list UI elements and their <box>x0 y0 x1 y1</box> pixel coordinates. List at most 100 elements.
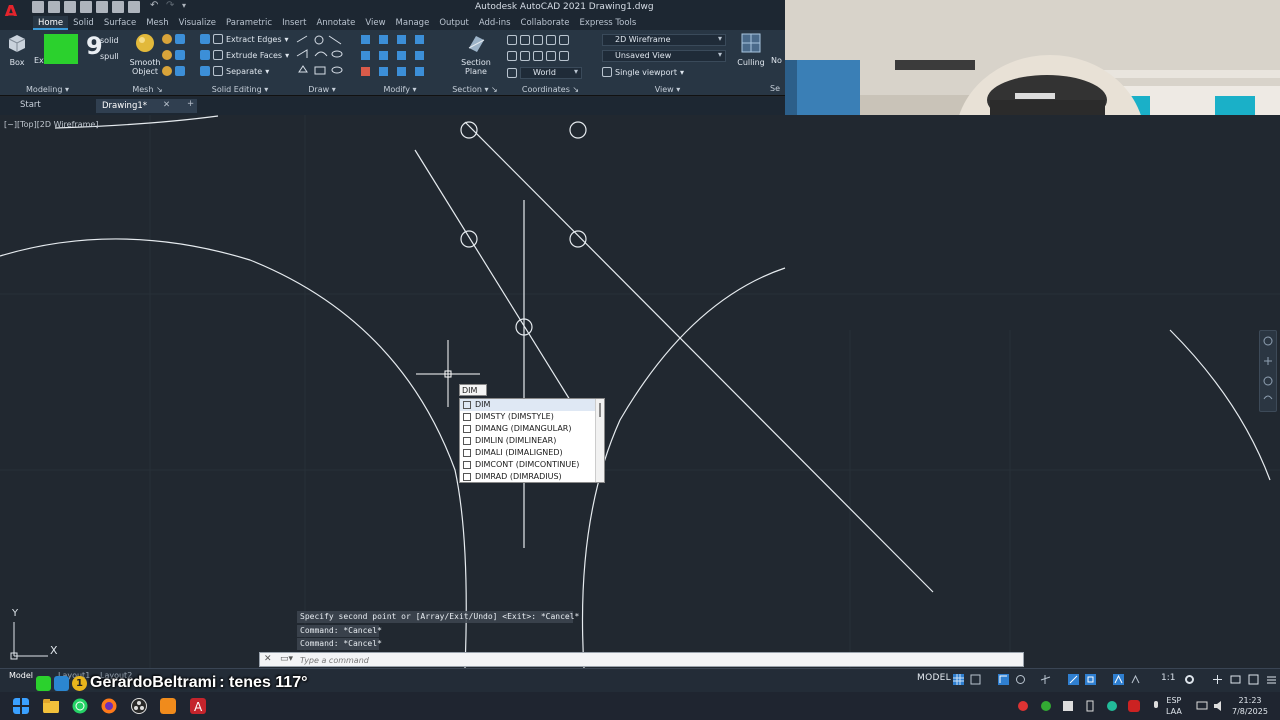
ribbon-tab-output[interactable]: Output <box>434 16 474 30</box>
section-plane-button[interactable]: Section Plane <box>458 32 494 76</box>
undo-icon[interactable]: ↶ <box>150 1 162 13</box>
ribbon-tab-solid[interactable]: Solid <box>68 16 99 30</box>
clock[interactable]: 21:23 7/8/2025 <box>1232 695 1268 717</box>
solid-editing-panel-title[interactable]: Solid Editing ▾ <box>190 85 290 94</box>
auto-scale-icon[interactable] <box>1130 674 1141 685</box>
web-mobile-open-icon[interactable] <box>96 1 108 13</box>
ucs-icon-3[interactable] <box>533 35 543 45</box>
mesh-box-icon[interactable] <box>162 34 172 44</box>
file-explorer-icon[interactable] <box>43 698 59 714</box>
ucs-icon-4[interactable] <box>546 35 556 45</box>
new-file-icon[interactable] <box>32 1 44 13</box>
coordinates-panel-title[interactable]: Coordinates ↘ <box>503 85 598 94</box>
separate-button[interactable]: Separate ▾ <box>200 66 269 76</box>
snap-mode-icon[interactable] <box>970 674 981 685</box>
web-mobile-save-icon[interactable] <box>112 1 124 13</box>
workspace-gear-icon[interactable] <box>1184 674 1195 685</box>
ribbon-tab-add-ins[interactable]: Add-ins <box>474 16 516 30</box>
hardware-acceleration-icon[interactable] <box>1230 674 1241 685</box>
ribbon-tab-collaborate[interactable]: Collaborate <box>516 16 575 30</box>
language-indicator[interactable]: ESP LAA <box>1166 695 1182 717</box>
ribbon-tab-annotate[interactable]: Annotate <box>311 16 360 30</box>
ucs-icon-9[interactable] <box>546 51 556 61</box>
dynamic-input-field[interactable]: DIM <box>459 384 487 396</box>
command-line-close-icon[interactable]: ✕ <box>264 654 272 664</box>
object-snap-tracking-icon[interactable] <box>1068 674 1079 685</box>
intersect-icon[interactable] <box>175 66 185 76</box>
viewport-controls[interactable]: [−][Top][2D Wireframe] <box>4 120 98 129</box>
autocomplete-item[interactable]: DIMANG (DIMANGULAR) <box>460 423 604 435</box>
ucs-dropdown[interactable]: World <box>520 67 582 79</box>
ribbon-tab-manage[interactable]: Manage <box>391 16 435 30</box>
volume-icon[interactable] <box>1213 700 1225 712</box>
save-icon[interactable] <box>64 1 76 13</box>
extrude-faces-button[interactable]: Extrude Faces ▾ <box>200 50 289 60</box>
annotation-visibility-icon[interactable] <box>1113 674 1124 685</box>
ucs-icon-2[interactable] <box>520 35 530 45</box>
ribbon-tab-mesh[interactable]: Mesh <box>141 16 173 30</box>
autocomplete-item[interactable]: DIMLIN (DIMLINEAR) <box>460 435 604 447</box>
modeling-panel-title[interactable]: Modeling ▾ <box>0 85 95 94</box>
model-space-toggle[interactable]: MODEL <box>917 673 951 683</box>
tray-app-icon-6[interactable] <box>1128 700 1140 712</box>
mesh-refine-icon[interactable] <box>162 66 172 76</box>
tray-app-icon-4[interactable] <box>1084 700 1096 712</box>
autocad-taskbar-icon[interactable]: A <box>190 698 206 714</box>
object-snap-icon[interactable] <box>1085 674 1096 685</box>
model-layout-tab[interactable]: Model <box>9 671 33 680</box>
clean-screen-icon[interactable] <box>1248 674 1259 685</box>
smooth-object-button[interactable]: Smooth Object <box>127 32 163 76</box>
ribbon-tab-insert[interactable]: Insert <box>277 16 311 30</box>
new-tab-icon[interactable]: + <box>187 99 194 109</box>
no-filter-button[interactable]: No <box>768 32 785 65</box>
ucs-named-icon[interactable] <box>507 68 517 78</box>
sublime-icon[interactable] <box>160 698 176 714</box>
autocomplete-item[interactable]: DIMALI (DIMALIGNED) <box>460 447 604 459</box>
ribbon-tab-express-tools[interactable]: Express Tools <box>574 16 641 30</box>
add-icon[interactable] <box>1212 674 1223 685</box>
ribbon-tab-surface[interactable]: Surface <box>99 16 141 30</box>
view-panel-title[interactable]: View ▾ <box>600 85 735 94</box>
ribbon-tab-view[interactable]: View <box>360 16 390 30</box>
isodraft-icon[interactable] <box>1040 674 1051 685</box>
ribbon-tab-parametric[interactable]: Parametric <box>221 16 277 30</box>
navigation-bar[interactable] <box>1259 330 1277 412</box>
autocomplete-item[interactable]: DIMCONT (DIMCONTINUE) <box>460 459 604 471</box>
named-view-dropdown[interactable]: Unsaved View <box>602 50 726 62</box>
ucs-icon-8[interactable] <box>533 51 543 61</box>
visual-style-dropdown[interactable]: 2D Wireframe <box>602 34 726 46</box>
network-icon[interactable] <box>1196 700 1208 712</box>
open-file-icon[interactable] <box>48 1 60 13</box>
ucs-icon-10[interactable] <box>559 51 569 61</box>
union-icon[interactable] <box>175 34 185 44</box>
section-panel-title[interactable]: Section ▾ ↘ <box>450 85 500 94</box>
tray-app-icon-1[interactable] <box>1017 700 1029 712</box>
drawing-canvas[interactable] <box>0 115 1280 668</box>
grid-display-icon[interactable] <box>953 674 964 685</box>
obs-icon[interactable] <box>131 698 147 714</box>
drawing1-tab[interactable]: Drawing1* <box>96 99 198 113</box>
whatsapp-icon[interactable] <box>72 698 88 714</box>
redo-icon[interactable]: ↷ <box>166 1 178 13</box>
polar-tracking-icon[interactable] <box>1015 674 1026 685</box>
modify-panel-title[interactable]: Modify ▾ <box>355 85 445 94</box>
tray-app-icon-5[interactable] <box>1106 700 1118 712</box>
ucs-icon-6[interactable] <box>507 51 517 61</box>
ucs-icon-5[interactable] <box>559 35 569 45</box>
save-as-icon[interactable] <box>80 1 92 13</box>
ortho-mode-icon[interactable] <box>998 674 1009 685</box>
plot-icon[interactable] <box>128 1 140 13</box>
ribbon-tab-home[interactable]: Home <box>33 16 69 30</box>
autocomplete-item[interactable]: DIM <box>460 399 604 411</box>
firefox-icon[interactable] <box>101 698 117 714</box>
mic-icon[interactable] <box>1150 700 1162 712</box>
draw-panel-title[interactable]: Draw ▾ <box>293 85 351 94</box>
tray-app-icon-3[interactable] <box>1062 700 1074 712</box>
box-button[interactable]: Box <box>2 32 32 67</box>
customization-menu-icon[interactable] <box>1266 674 1277 685</box>
autocomplete-item[interactable]: DIMSTY (DIMSTYLE) <box>460 411 604 423</box>
autocomplete-scrollbar[interactable] <box>595 399 604 482</box>
ribbon-tab-visualize[interactable]: Visualize <box>174 16 221 30</box>
start-tab[interactable]: Start <box>20 100 41 110</box>
mesh-smooth-icon[interactable] <box>162 50 172 60</box>
